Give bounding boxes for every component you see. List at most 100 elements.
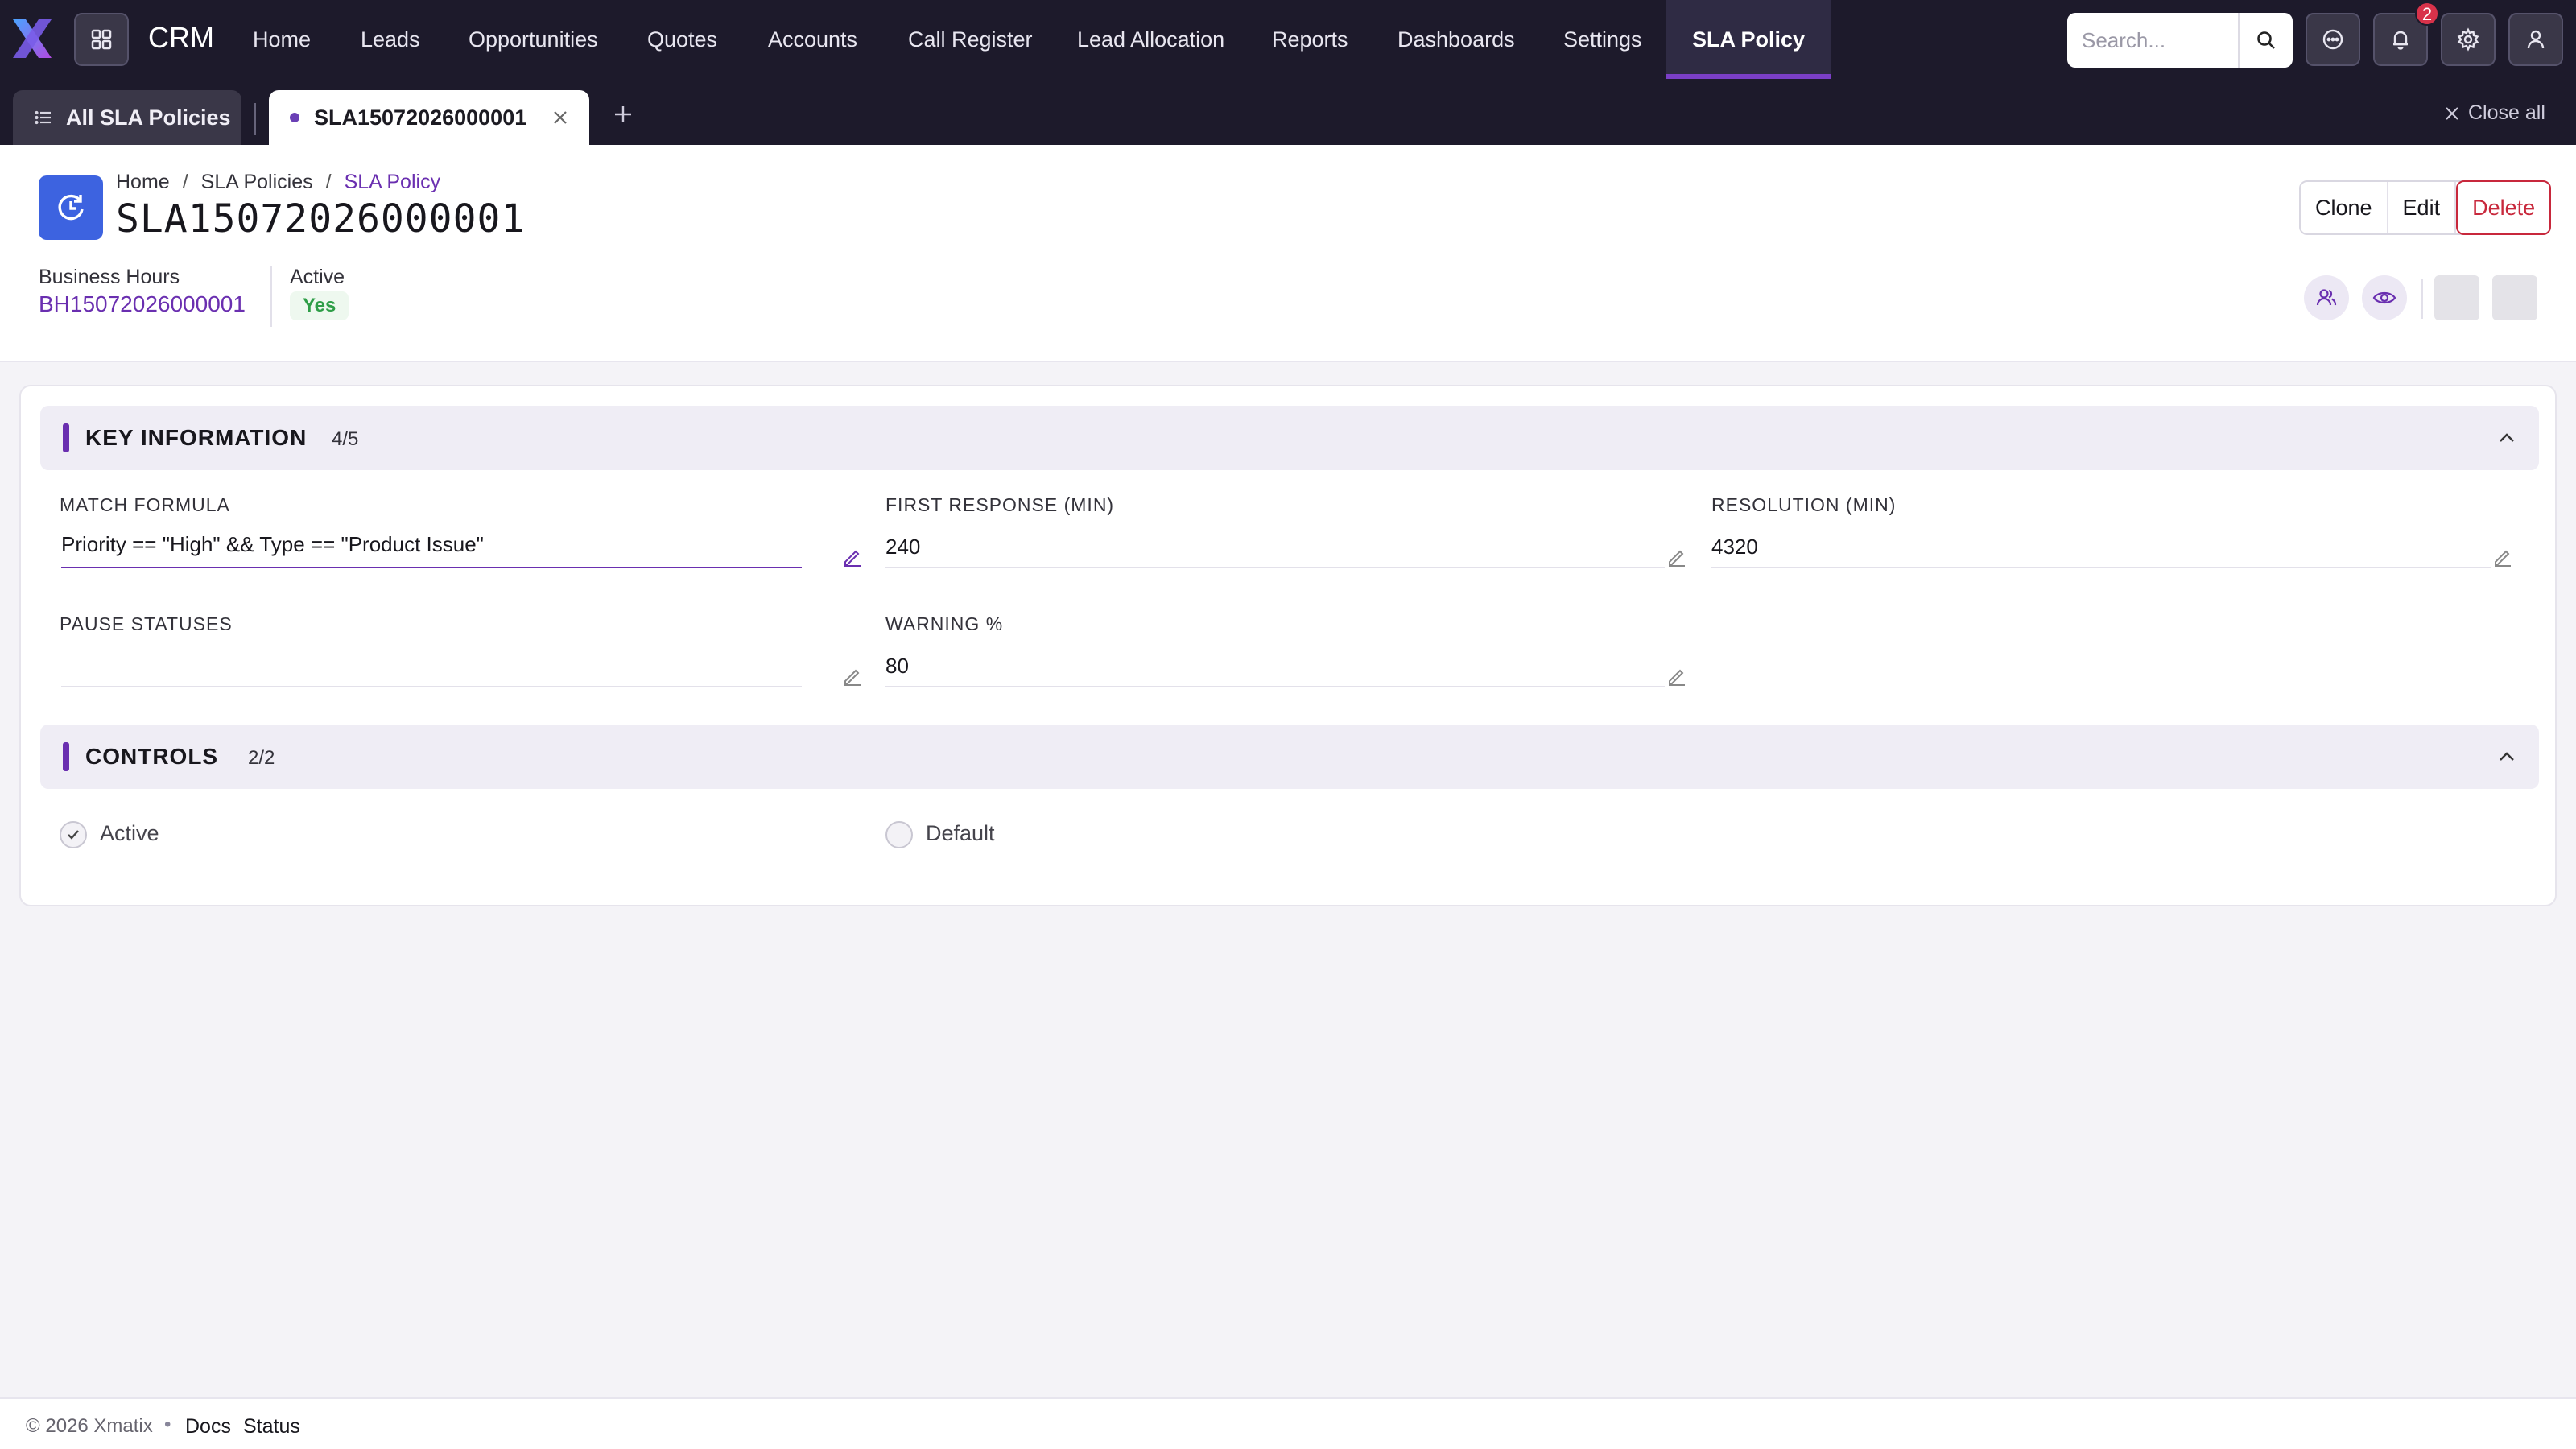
section-accent-bar bbox=[63, 423, 69, 452]
match-formula-label: MATCH FORMULA bbox=[60, 494, 230, 515]
footer-copyright: © 2026 Xmatix bbox=[26, 1415, 153, 1437]
watch-button[interactable] bbox=[2362, 275, 2407, 320]
page-title: SLA15072026000001 bbox=[116, 196, 526, 242]
sla-record-icon bbox=[39, 175, 103, 240]
user-icon bbox=[2527, 30, 2545, 49]
search-icon bbox=[2257, 31, 2275, 49]
nav-item-quotes[interactable]: Quotes bbox=[647, 27, 717, 52]
nav-item-lead-allocation[interactable]: Lead Allocation bbox=[1077, 27, 1224, 52]
tab-record-sla[interactable]: SLA15072026000001 bbox=[269, 90, 589, 145]
section-title: CONTROLS bbox=[85, 744, 219, 769]
search-input[interactable] bbox=[2067, 13, 2238, 68]
resolution-field[interactable]: 4320 bbox=[1711, 526, 2491, 568]
first-response-label: FIRST RESPONSE (MIN) bbox=[886, 494, 1115, 515]
active-checkbox[interactable] bbox=[60, 821, 87, 848]
checkmark-icon bbox=[68, 830, 79, 840]
close-icon bbox=[2446, 106, 2458, 120]
breadcrumb-current: SLA Policy bbox=[344, 171, 441, 193]
search-button[interactable] bbox=[2238, 13, 2293, 68]
breadcrumb: Home / SLA Policies / SLA Policy bbox=[116, 171, 441, 193]
active-label: Active bbox=[290, 266, 345, 288]
match-formula-field[interactable]: Priority == "High" && Type == "Product I… bbox=[61, 526, 802, 568]
app-brand[interactable]: CRM bbox=[148, 21, 214, 55]
record-actions: Clone Edit Delete bbox=[2299, 180, 2552, 235]
users-icon bbox=[2316, 289, 2337, 306]
nav-item-home[interactable]: Home bbox=[253, 27, 311, 52]
apps-grid-icon bbox=[91, 29, 112, 50]
notification-badge: 2 bbox=[2415, 2, 2439, 26]
global-search bbox=[2067, 13, 2293, 68]
breadcrumb-home[interactable]: Home bbox=[116, 171, 170, 193]
business-hours-link[interactable]: BH15072026000001 bbox=[39, 291, 246, 317]
nav-item-settings[interactable]: Settings bbox=[1563, 27, 1642, 52]
nav-item-reports[interactable]: Reports bbox=[1272, 27, 1348, 52]
record-detail-card: KEY INFORMATION 4/5 MATCH FORMULA Priori… bbox=[19, 385, 2557, 906]
header-divider bbox=[270, 266, 272, 327]
business-hours-label: Business Hours bbox=[39, 266, 180, 288]
pause-statuses-label: PAUSE STATUSES bbox=[60, 613, 233, 634]
eye-icon bbox=[2372, 291, 2396, 304]
record-tab-strip: All SLA Policies SLA15072026000001 Close… bbox=[0, 79, 2576, 145]
section-count: 2/2 bbox=[248, 747, 275, 769]
user-menu-button[interactable] bbox=[2508, 13, 2563, 66]
chat-button[interactable] bbox=[2306, 13, 2360, 66]
chat-icon bbox=[2322, 29, 2343, 50]
section-header-controls[interactable]: CONTROLS 2/2 bbox=[40, 724, 2539, 789]
warning-field[interactable]: 80 bbox=[886, 646, 1665, 687]
active-tab-dot-icon bbox=[290, 113, 299, 122]
delete-button[interactable]: Delete bbox=[2456, 180, 2552, 235]
header-divider-2 bbox=[2421, 279, 2423, 319]
add-tab-icon[interactable] bbox=[612, 103, 634, 126]
gear-icon bbox=[2457, 27, 2479, 52]
warning-label: WARNING % bbox=[886, 613, 1004, 634]
edit-pencil-icon[interactable] bbox=[2492, 546, 2513, 567]
tab-record-label: SLA15072026000001 bbox=[314, 105, 527, 130]
apps-grid-button[interactable] bbox=[74, 13, 129, 66]
edit-button[interactable]: Edit bbox=[2388, 182, 2457, 233]
edit-pencil-icon[interactable] bbox=[842, 546, 863, 567]
edit-pencil-icon[interactable] bbox=[1666, 665, 1687, 686]
clock-timer-icon bbox=[58, 194, 84, 221]
active-status-badge: Yes bbox=[290, 291, 349, 320]
placeholder-action-1[interactable] bbox=[2434, 275, 2479, 320]
section-accent-bar bbox=[63, 742, 69, 771]
footer-separator: • bbox=[164, 1414, 171, 1435]
section-header-key-information[interactable]: KEY INFORMATION 4/5 bbox=[40, 406, 2539, 470]
top-navbar: CRM Home Leads Opportunities Quotes Acco… bbox=[0, 0, 2576, 79]
followers-button[interactable] bbox=[2304, 275, 2349, 320]
section-count: 4/5 bbox=[332, 428, 359, 450]
chevron-up-icon[interactable] bbox=[2496, 427, 2518, 449]
xmatix-logo-icon[interactable] bbox=[10, 16, 55, 61]
first-response-field[interactable]: 240 bbox=[886, 526, 1665, 568]
tab-all-label: All SLA Policies bbox=[66, 105, 231, 130]
footer-link-docs[interactable]: Docs bbox=[185, 1415, 231, 1439]
nav-item-leads[interactable]: Leads bbox=[361, 27, 420, 52]
active-checkbox-label: Active bbox=[100, 821, 159, 845]
close-all-tabs-button[interactable]: Close all bbox=[2444, 101, 2545, 125]
list-icon bbox=[35, 110, 51, 125]
nav-item-dashboards[interactable]: Dashboards bbox=[1397, 27, 1515, 52]
close-all-label: Close all bbox=[2468, 101, 2545, 124]
edit-pencil-icon[interactable] bbox=[842, 665, 863, 686]
bell-icon bbox=[2393, 31, 2408, 50]
breadcrumb-sla-policies[interactable]: SLA Policies bbox=[201, 171, 313, 193]
tab-all-sla-policies[interactable]: All SLA Policies bbox=[13, 90, 242, 145]
default-checkbox-label: Default bbox=[926, 821, 995, 845]
placeholder-action-2[interactable] bbox=[2492, 275, 2537, 320]
clone-button[interactable]: Clone bbox=[2301, 182, 2388, 233]
resolution-label: RESOLUTION (MIN) bbox=[1711, 494, 1897, 515]
pause-statuses-field[interactable] bbox=[61, 646, 802, 687]
nav-item-call-register[interactable]: Call Register bbox=[908, 27, 1033, 52]
close-tab-icon[interactable] bbox=[552, 109, 568, 126]
nav-item-sla-policy[interactable]: SLA Policy bbox=[1666, 0, 1831, 79]
page-footer: © 2026 Xmatix • Docs Status bbox=[0, 1397, 2576, 1449]
chevron-up-icon[interactable] bbox=[2496, 745, 2518, 768]
record-header: Home / SLA Policies / SLA Policy SLA15072026… bbox=[0, 145, 2576, 362]
nav-item-opportunities[interactable]: Opportunities bbox=[469, 27, 598, 52]
section-title: KEY INFORMATION bbox=[85, 425, 308, 450]
footer-link-status[interactable]: Status bbox=[243, 1415, 300, 1439]
default-checkbox[interactable] bbox=[886, 821, 913, 848]
edit-pencil-icon[interactable] bbox=[1666, 546, 1687, 567]
settings-button[interactable] bbox=[2441, 13, 2496, 66]
nav-item-accounts[interactable]: Accounts bbox=[768, 27, 857, 52]
